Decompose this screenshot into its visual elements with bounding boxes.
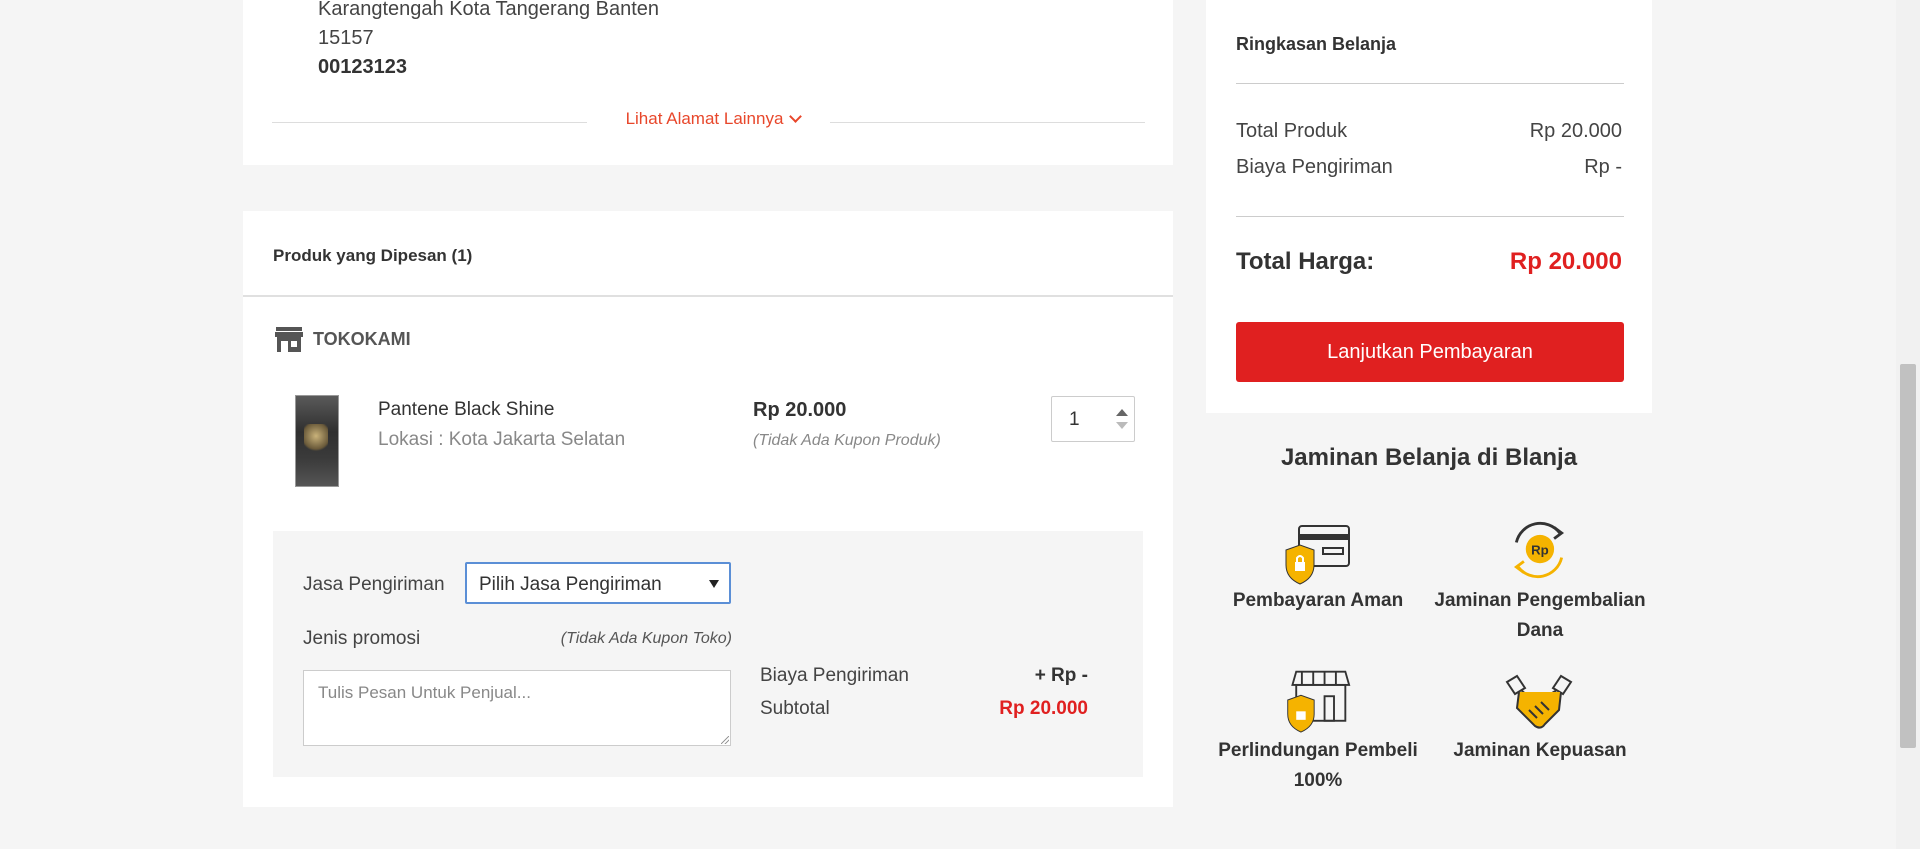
guarantee-buyer-protection-label: Perlindungan Pembeli 100% bbox=[1218, 740, 1418, 791]
see-other-addresses-link[interactable]: Lihat Alamat Lainnya bbox=[613, 109, 813, 129]
scrollbar-thumb[interactable] bbox=[1900, 364, 1916, 748]
summary-title: Ringkasan Belanja bbox=[1236, 34, 1397, 54]
shipping-panel: Jasa Pengiriman Pilih Jasa Pengiriman Je… bbox=[273, 531, 1143, 777]
summary-divider bbox=[1236, 216, 1624, 217]
decrement-arrow-icon[interactable] bbox=[1116, 422, 1128, 429]
shipping-cost-label: Biaya Pengiriman bbox=[760, 665, 909, 686]
address-postal-code: 15157 bbox=[318, 27, 374, 49]
resize-handle-icon[interactable] bbox=[721, 736, 729, 744]
continue-payment-button[interactable]: Lanjutkan Pembayaran bbox=[1236, 322, 1624, 382]
section-divider bbox=[243, 295, 1173, 297]
product-thumbnail[interactable] bbox=[295, 395, 339, 487]
summary-divider bbox=[1236, 83, 1624, 84]
dropdown-arrow-icon bbox=[709, 580, 719, 588]
product-location: Lokasi : Kota Jakarta Selatan bbox=[378, 429, 626, 450]
refund-icon: Rp bbox=[1513, 521, 1565, 579]
buyer-protection-icon bbox=[1287, 670, 1351, 733]
subtotal-value: Rp 20.000 bbox=[999, 698, 1088, 719]
product-price: Rp 20.000 bbox=[753, 399, 847, 421]
shipping-select-value: Pilih Jasa Pengiriman bbox=[479, 574, 662, 595]
shipping-service-label: Jasa Pengiriman bbox=[303, 574, 445, 595]
see-other-addresses-label: Lihat Alamat Lainnya bbox=[625, 109, 784, 128]
order-products-card: Produk yang Dipesan (1) TOKOKAMI Pantene… bbox=[243, 211, 1173, 807]
store-name: TOKOKAMI bbox=[313, 329, 411, 349]
order-products-title: Produk yang Dipesan (1) bbox=[273, 246, 473, 265]
increment-arrow-icon[interactable] bbox=[1116, 409, 1128, 416]
shipping-fee-value: Rp - bbox=[1584, 156, 1622, 178]
chevron-down-icon bbox=[789, 110, 803, 123]
shipping-cost-value: + Rp - bbox=[1034, 665, 1088, 686]
divider-right bbox=[830, 122, 1145, 123]
handshake-icon bbox=[1505, 674, 1573, 729]
quantity-stepper[interactable]: 1 bbox=[1051, 396, 1135, 442]
address-card: Karangtengah Kota Tangerang Banten 15157… bbox=[243, 0, 1173, 165]
shipping-fee-label: Biaya Pengiriman bbox=[1236, 156, 1393, 178]
guarantee-secure-payment-label: Pembayaran Aman bbox=[1232, 590, 1404, 611]
quantity-value[interactable]: 1 bbox=[1069, 409, 1080, 431]
address-line: Karangtengah Kota Tangerang Banten bbox=[318, 0, 660, 20]
promo-type-label: Jenis promosi bbox=[303, 628, 421, 649]
total-products-label: Total Produk bbox=[1236, 120, 1348, 142]
guarantee-satisfaction-label: Jaminan Kepuasan bbox=[1453, 740, 1627, 761]
total-products-value: Rp 20.000 bbox=[1529, 120, 1622, 142]
total-price-value: Rp 20.000 bbox=[1509, 248, 1622, 275]
store-coupon-note: (Tidak Ada Kupon Toko) bbox=[560, 630, 732, 647]
product-coupon-note: (Tidak Ada Kupon Produk) bbox=[753, 432, 941, 449]
product-name[interactable]: Pantene Black Shine bbox=[378, 399, 554, 421]
page-scrollbar[interactable] bbox=[1896, 0, 1920, 849]
divider-left bbox=[272, 122, 587, 123]
subtotal-label: Subtotal bbox=[760, 698, 830, 719]
guarantee-refund-label: Jaminan Pengembalian Dana bbox=[1434, 590, 1646, 641]
svg-text:Rp: Rp bbox=[1531, 543, 1549, 558]
shipping-service-select[interactable]: Pilih Jasa Pengiriman bbox=[465, 562, 731, 604]
address-phone: 00123123 bbox=[318, 56, 407, 78]
shopping-summary-card: Ringkasan Belanja Total Produk Rp 20.000… bbox=[1206, 0, 1652, 413]
seller-message-input[interactable] bbox=[303, 670, 731, 746]
guarantee-title: Jaminan Belanja di Blanja bbox=[1280, 444, 1578, 471]
store-icon bbox=[275, 327, 303, 352]
secure-payment-icon bbox=[1285, 525, 1350, 585]
total-price-label: Total Harga: bbox=[1236, 248, 1375, 275]
